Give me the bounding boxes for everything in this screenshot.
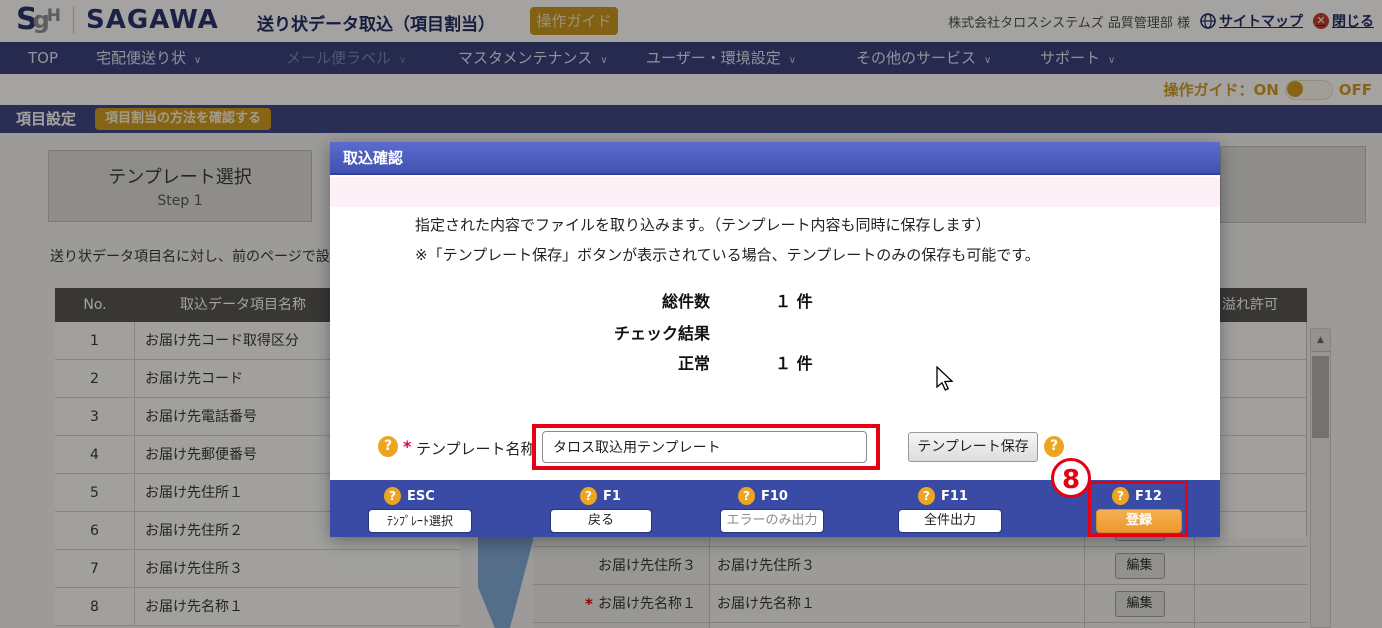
dialog-title: 取込確認 <box>330 142 1220 175</box>
help-icon[interactable]: ? <box>918 487 935 505</box>
dialog-description-line1: 指定された内容でファイルを取り込みます。（テンプレート内容も同時に保存します） <box>415 214 991 235</box>
total-count-value: １ 件 <box>775 288 813 312</box>
template-name-label: テンプレート名称 <box>416 438 536 459</box>
help-icon[interactable]: ? <box>384 487 401 505</box>
normal-count-label: 正常 <box>510 350 710 374</box>
dialog-description-line2: ※「テンプレート保存」ボタンが表示されている場合、テンプレートのみの保存も可能で… <box>415 244 1040 265</box>
template-select-button[interactable]: ﾃﾝﾌﾟﾚｰﾄ選択 <box>368 509 472 533</box>
highlight-box-register <box>1088 481 1188 537</box>
highlight-box-template-input <box>532 424 880 470</box>
check-result-label: チェック結果 <box>510 320 710 344</box>
fkey-esc: ?ESC <box>384 487 435 505</box>
total-count-label: 総件数 <box>510 288 710 312</box>
fkey-f10: ?F10 <box>738 487 788 505</box>
required-mark: * <box>403 437 411 456</box>
template-save-button[interactable]: テンプレート保存 <box>908 432 1038 462</box>
mouse-cursor <box>936 366 954 392</box>
help-icon[interactable]: ? <box>1044 436 1064 457</box>
fkey-f1: ?F1 <box>580 487 621 505</box>
dialog-message-strip <box>330 177 1220 207</box>
help-icon[interactable]: ? <box>378 436 398 457</box>
normal-count-value: １ 件 <box>775 350 813 374</box>
back-button[interactable]: 戻る <box>550 509 652 533</box>
help-icon[interactable]: ? <box>738 487 755 505</box>
fkey-f11: ?F11 <box>918 487 968 505</box>
help-icon[interactable]: ? <box>580 487 597 505</box>
annotation-step-number: 8 <box>1051 458 1091 498</box>
all-output-button[interactable]: 全件出力 <box>898 509 1002 533</box>
errors-only-output-button[interactable]: エラーのみ出力 <box>720 509 824 533</box>
